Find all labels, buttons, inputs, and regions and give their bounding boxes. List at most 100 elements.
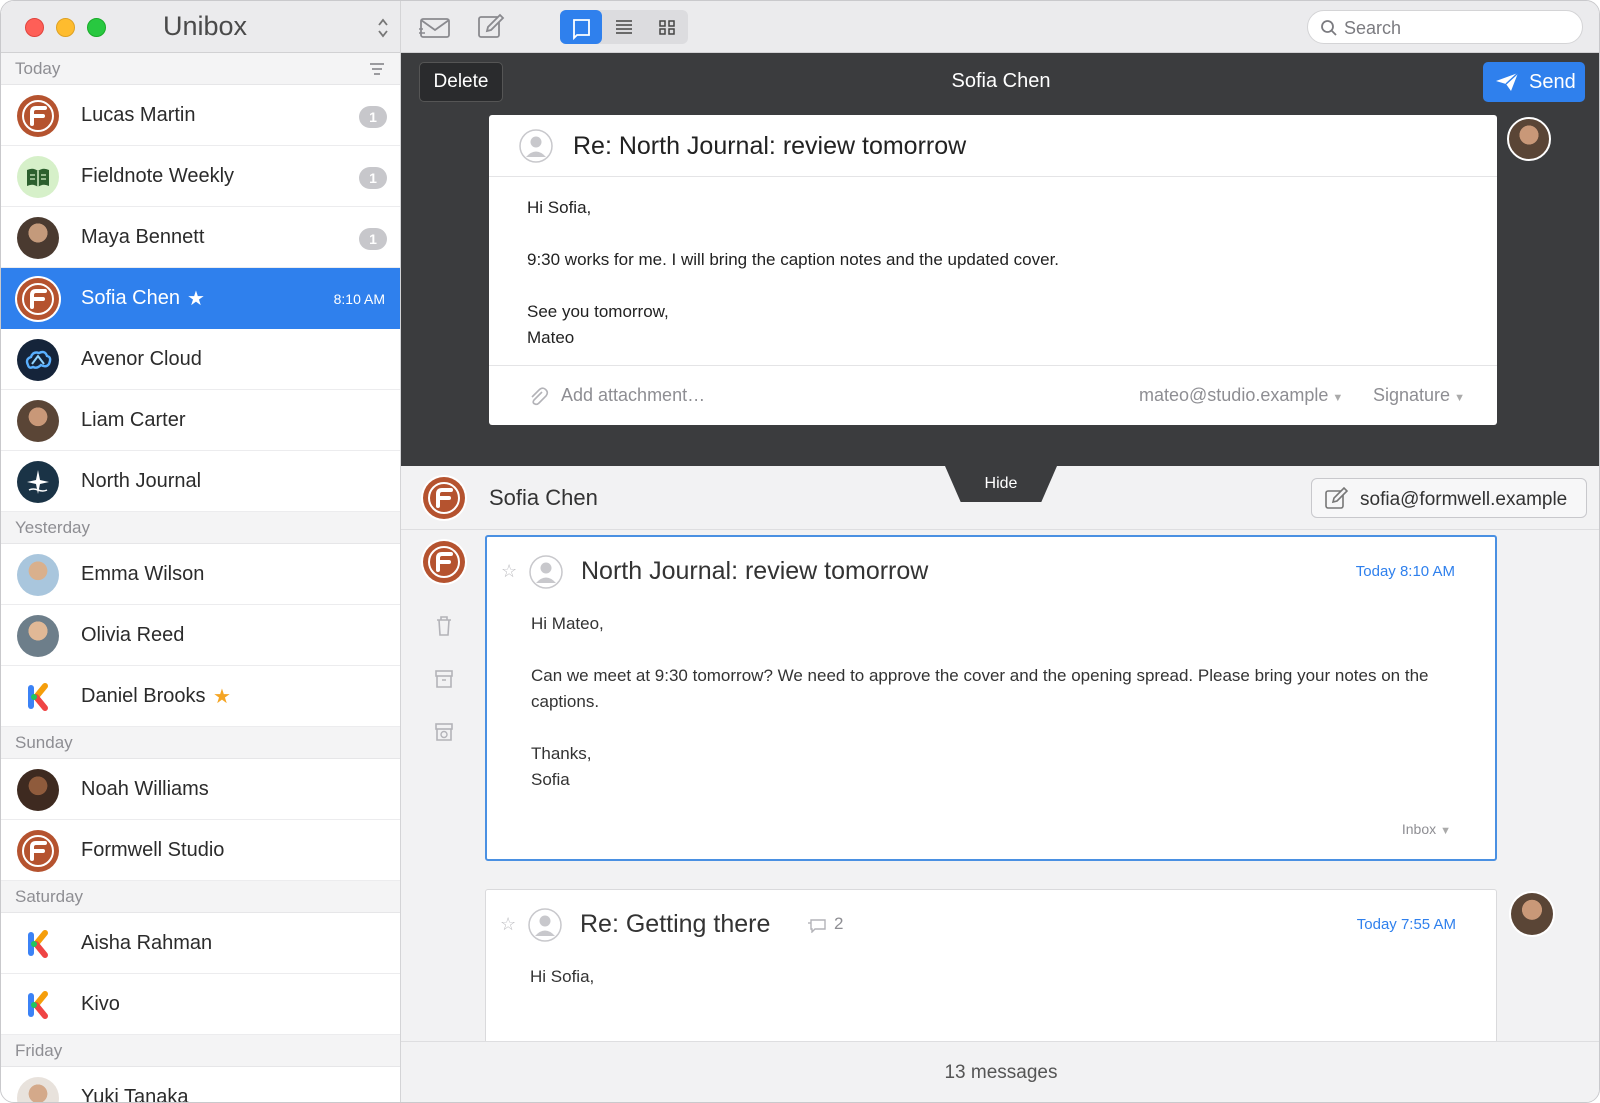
unread-badge: 1	[359, 228, 387, 250]
conversation-row[interactable]: Maya Bennett 1	[1, 207, 400, 268]
compose-body[interactable]: Hi Sofia, 9:30 works for me. I will brin…	[527, 195, 1467, 351]
compose-header: Re: North Journal: review tomorrow	[489, 115, 1497, 177]
message-card-selected[interactable]: ☆ North Journal: review tomorrow Today 8…	[485, 535, 1497, 861]
unread-badge: 1	[359, 167, 387, 189]
conversation-row[interactable]: Liam Carter	[1, 390, 400, 451]
conversation-row[interactable]: Emma Wilson	[1, 544, 400, 605]
signature-dropdown[interactable]: Signature ▼	[1373, 385, 1465, 406]
conversation-row[interactable]: Daniel Brooks ★	[1, 666, 400, 727]
filter-icon[interactable]	[369, 61, 385, 77]
star-icon[interactable]: ☆	[501, 561, 517, 582]
message-subject: Re: Getting there	[580, 910, 771, 938]
conversation-row[interactable]: Formwell Studio	[1, 820, 400, 881]
message-body: Hi Sofia,	[530, 964, 1460, 990]
unread-badge: 1	[359, 106, 387, 128]
add-attachment-button[interactable]: Add attachment…	[561, 385, 705, 406]
archive-icon[interactable]	[434, 668, 454, 690]
contact-email: sofia@formwell.example	[1360, 489, 1568, 510]
hide-compose-button[interactable]: Hide	[945, 466, 1057, 502]
my-avatar	[1511, 893, 1553, 935]
contact-name: Liam Carter	[81, 409, 186, 431]
body-line: Thanks,	[531, 744, 592, 763]
message-time: Today 7:55 AM	[1356, 916, 1456, 933]
send-label: Send	[1529, 71, 1576, 93]
star-icon[interactable]: ★	[213, 684, 231, 709]
chevron-down-icon: ▼	[1332, 392, 1344, 404]
conversation-row[interactable]: Olivia Reed	[1, 605, 400, 666]
mail-sweep-icon[interactable]	[417, 11, 453, 43]
star-icon[interactable]: ☆	[500, 914, 516, 935]
send-button[interactable]: Send	[1483, 62, 1585, 102]
contact-name: Avenor Cloud	[81, 348, 202, 370]
section-label: Yesterday	[15, 518, 90, 537]
contact-photo-avatar	[17, 217, 59, 259]
body-line: Can we meet at 9:30 tomorrow? We need to…	[531, 666, 1429, 711]
list-view-button[interactable]	[603, 10, 645, 44]
message-card[interactable]: ☆ Re: Getting there 2 Today 7:55 AM Hi S…	[485, 889, 1497, 1041]
updown-chevron-icon[interactable]	[377, 17, 389, 39]
body-line: Hi Sofia,	[530, 967, 595, 986]
snooze-box-icon[interactable]	[434, 721, 454, 743]
body-line: See you tomorrow,	[527, 302, 669, 321]
kivo-logo-avatar	[17, 923, 59, 965]
contact-name: Kivo	[81, 993, 120, 1015]
compose-icon	[1325, 487, 1348, 509]
trash-icon[interactable]	[434, 615, 454, 637]
formwell-logo-avatar	[423, 541, 465, 583]
close-window-button[interactable]	[25, 18, 44, 37]
conversation-view-button[interactable]	[560, 10, 602, 44]
conversation-row[interactable]: Noah Williams	[1, 759, 400, 820]
contact-photo-avatar	[17, 769, 59, 811]
conversation-row[interactable]: Aisha Rahman	[1, 913, 400, 974]
conversation-row[interactable]: North Journal	[1, 451, 400, 512]
contact-name: Yuki Tanaka	[81, 1086, 189, 1103]
conversation-row[interactable]: Fieldnote Weekly 1	[1, 146, 400, 207]
message-count-status: 13 messages	[401, 1041, 1599, 1102]
person-placeholder-icon	[528, 908, 562, 942]
conversation-row[interactable]: Kivo	[1, 974, 400, 1035]
body-line: 9:30 works for me. I will bring the capt…	[527, 250, 1060, 269]
body-line	[531, 715, 1461, 741]
body-line: Hi Mateo,	[531, 614, 604, 633]
contact-name: Noah Williams	[81, 778, 209, 800]
my-avatar	[1507, 117, 1551, 161]
star-icon[interactable]: ★	[187, 286, 205, 311]
main-pane: Search Delete Sofia Chen Send Re: North …	[401, 1, 1599, 1102]
from-account-dropdown[interactable]: mateo@studio.example ▼	[1139, 385, 1343, 406]
conversation-row[interactable]: Avenor Cloud	[1, 329, 400, 390]
message-subject: North Journal: review tomorrow	[581, 557, 929, 585]
conversation-list: Today Lucas Martin 1 Fieldnote Weekly 1	[1, 53, 400, 1103]
compose-icon[interactable]	[473, 11, 509, 43]
folder-value: Inbox	[1401, 821, 1437, 837]
compose-to-contact-button[interactable]: sofia@formwell.example	[1311, 478, 1587, 518]
contact-photo-avatar	[17, 1077, 59, 1102]
minimize-window-button[interactable]	[56, 18, 75, 37]
compose-subject[interactable]: Re: North Journal: review tomorrow	[573, 132, 966, 161]
sidebar-titlebar: Unibox	[1, 1, 400, 53]
conversation-row[interactable]: Lucas Martin 1	[1, 85, 400, 146]
section-label: Sunday	[15, 733, 73, 752]
folder-dropdown[interactable]: Inbox ▼	[1402, 821, 1451, 837]
contact-photo-avatar	[17, 400, 59, 442]
contact-name: Maya Bennett	[81, 226, 205, 248]
contact-name: Daniel Brooks	[81, 685, 206, 707]
formwell-logo-avatar	[423, 477, 465, 519]
formwell-logo-avatar	[17, 830, 59, 872]
paper-plane-icon	[1496, 72, 1519, 91]
grid-view-button[interactable]	[646, 10, 688, 44]
conversation-sidebar: Unibox Today Lucas Martin 1 Fieldnote We…	[1, 1, 401, 1103]
conversation-row[interactable]: Yuki Tanaka	[1, 1067, 400, 1103]
message-body: Hi Mateo, Can we meet at 9:30 tomorrow? …	[531, 611, 1461, 793]
chevron-down-icon: ▼	[1454, 392, 1465, 404]
list-icon	[616, 20, 632, 34]
contact-name: Fieldnote Weekly	[81, 165, 235, 187]
section-label: Today	[15, 59, 61, 78]
body-line	[527, 273, 1467, 299]
zoom-window-button[interactable]	[87, 18, 106, 37]
paperclip-icon	[531, 387, 549, 406]
contact-photo-avatar	[17, 615, 59, 657]
search-field[interactable]: Search	[1307, 10, 1583, 44]
grid-icon	[659, 20, 675, 35]
from-account-value: mateo@studio.example	[1139, 385, 1329, 405]
conversation-row-selected[interactable]: Sofia Chen ★ 8:10 AM	[1, 268, 400, 329]
